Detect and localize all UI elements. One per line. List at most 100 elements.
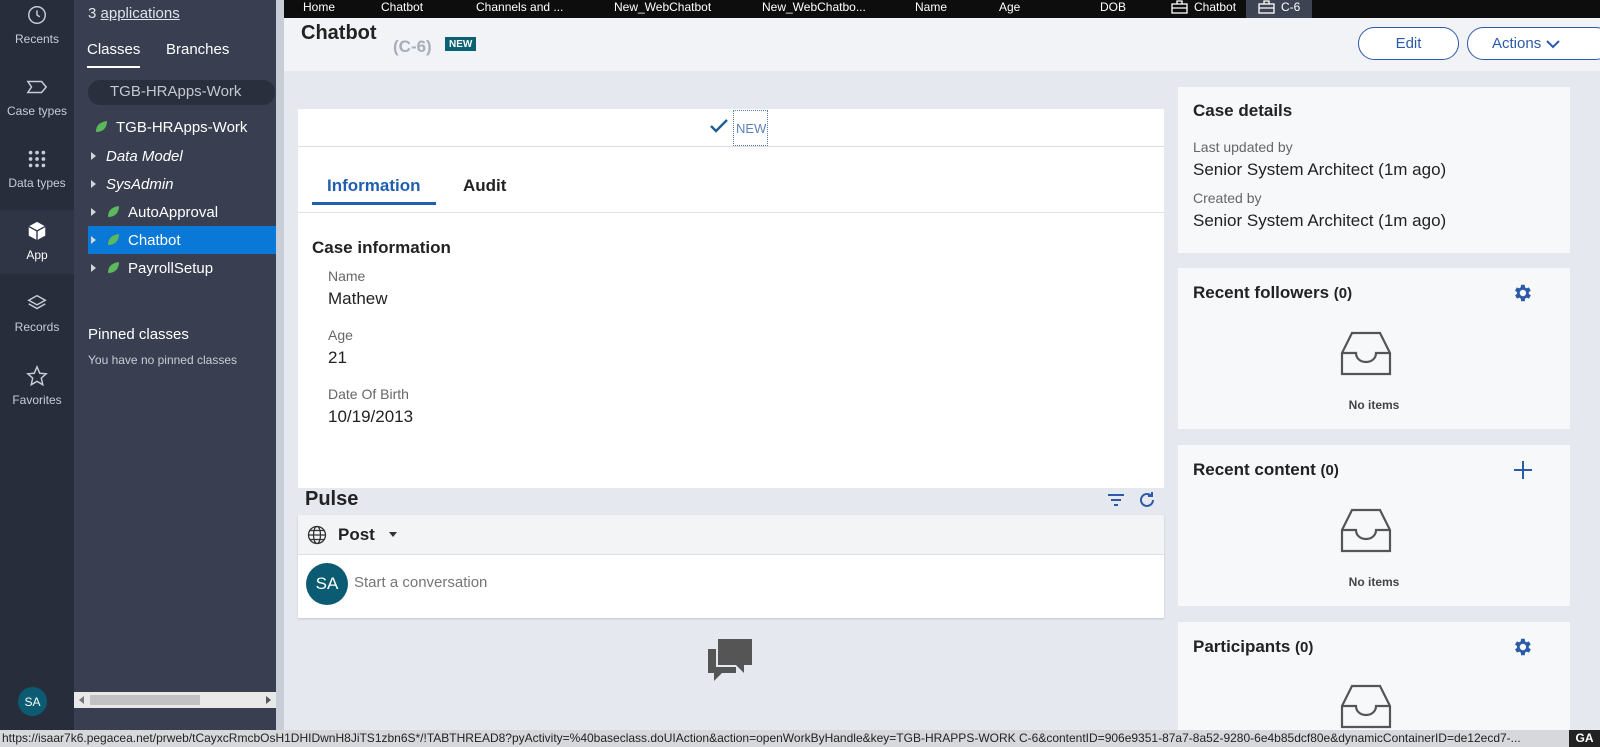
status-indicator: GA xyxy=(1569,730,1600,747)
tab-name[interactable]: Name xyxy=(915,0,947,18)
conversation-input[interactable] xyxy=(354,572,1054,592)
briefcase-icon xyxy=(1171,0,1188,14)
grid-icon xyxy=(28,150,46,168)
avatar: SA xyxy=(306,563,348,605)
tab-channels[interactable]: Channels and ... xyxy=(476,0,563,18)
created-by-value: Senior System Architect (1m ago) xyxy=(1193,211,1447,230)
horizontal-scrollbar[interactable] xyxy=(74,692,276,708)
field-label-name: Name xyxy=(328,268,366,284)
case-info-panel: Information Audit Case information Name … xyxy=(298,147,1164,488)
leaf-icon xyxy=(96,121,107,132)
tree-label: SysAdmin xyxy=(106,175,174,193)
tab-chatbot-case[interactable]: Chatbot xyxy=(1171,0,1236,18)
actions-label: Actions xyxy=(1492,35,1542,52)
rail-app[interactable]: App xyxy=(0,210,74,274)
inbox-icon xyxy=(1340,508,1392,553)
divider xyxy=(298,212,1164,213)
tree-item-chatbot[interactable]: Chatbot xyxy=(88,226,276,254)
tab-dob[interactable]: DOB xyxy=(1100,0,1126,18)
post-label: Post xyxy=(338,525,375,544)
last-updated-label: Last updated by xyxy=(1193,139,1293,155)
expand-arrow-icon[interactable] xyxy=(91,152,96,160)
rail-label: Records xyxy=(14,320,60,334)
expand-arrow-icon[interactable] xyxy=(91,236,96,244)
tab-new-webchatbot[interactable]: New_WebChatbot xyxy=(614,0,711,18)
tree-label: AutoApproval xyxy=(128,203,219,221)
tab-chatbot[interactable]: Chatbot xyxy=(381,0,423,18)
card-title-text: Participants xyxy=(1193,637,1291,656)
pulse-composer: Post SA xyxy=(298,515,1164,618)
star-icon xyxy=(26,365,48,387)
inbox-icon xyxy=(1340,684,1392,729)
tab-new-webchatbo[interactable]: New_WebChatbo... xyxy=(762,0,866,18)
stage-new[interactable]: NEW xyxy=(733,110,768,146)
app-explorer: 3 applications Classes Branches TGB-HRAp… xyxy=(74,0,349,730)
case-title: Chatbot xyxy=(301,22,377,44)
tab-home[interactable]: Home xyxy=(303,0,335,18)
rail-label: Case types xyxy=(6,104,68,118)
scroll-thumb[interactable] xyxy=(90,695,200,705)
class-filter-input[interactable]: TGB-HRApps-Work xyxy=(88,80,275,105)
tab-age[interactable]: Age xyxy=(999,0,1020,18)
app-count: 3 xyxy=(88,5,97,22)
expand-arrow-icon[interactable] xyxy=(91,264,96,272)
actions-button[interactable]: Actions xyxy=(1467,27,1600,60)
tab-c-6[interactable]: C-6 xyxy=(1246,0,1313,18)
app-label[interactable]: applications xyxy=(101,5,180,22)
post-type-selector[interactable]: Post xyxy=(298,515,1164,555)
browser-status-bar: https://isaar7k6.pegacea.net/prweb/tCayx… xyxy=(0,730,1600,747)
created-by-label: Created by xyxy=(1193,190,1262,206)
expand-arrow-icon[interactable] xyxy=(91,180,96,188)
globe-icon xyxy=(307,525,327,545)
card-title: Case details xyxy=(1193,101,1293,120)
gear-icon[interactable] xyxy=(1511,282,1533,304)
chat-bubbles-icon xyxy=(708,639,752,681)
tree-item-sysadmin[interactable]: SysAdmin xyxy=(74,170,276,198)
avatar[interactable]: SA xyxy=(18,687,47,716)
tree-item-payrollsetup[interactable]: PayrollSetup xyxy=(74,254,276,282)
panel-resizer[interactable] xyxy=(276,0,284,730)
case-details-card: Case details Last updated by Senior Syst… xyxy=(1178,87,1570,253)
caret-down-icon[interactable] xyxy=(389,532,397,537)
tree-item-autoapproval[interactable]: AutoApproval xyxy=(74,198,276,226)
card-count: (0) xyxy=(1333,285,1353,302)
field-value-dob: 10/19/2013 xyxy=(328,407,414,426)
cube-icon xyxy=(28,221,46,241)
work-tabs-bar: Home Chatbot Channels and ... New_WebCha… xyxy=(284,0,1600,18)
participants-card: Participants (0) xyxy=(1178,622,1570,730)
pulse-title: Pulse xyxy=(305,488,359,510)
rail-case-types[interactable]: Case types xyxy=(0,76,74,132)
case-header: Chatbot (C-6) NEW Edit Actions xyxy=(284,18,1600,71)
tab-audit[interactable]: Audit xyxy=(448,176,521,202)
refresh-icon[interactable] xyxy=(1137,490,1157,510)
scroll-left-icon[interactable] xyxy=(79,696,84,704)
application-selector[interactable]: 3 applications xyxy=(88,5,180,22)
last-updated-value: Senior System Architect (1m ago) xyxy=(1193,160,1447,179)
field-value-age: 21 xyxy=(328,348,347,367)
gear-icon[interactable] xyxy=(1511,636,1533,658)
stage-indicator: NEW xyxy=(298,109,1164,147)
tab-branches[interactable]: Branches xyxy=(166,41,229,66)
card-title: Recent content (0) xyxy=(1193,460,1339,480)
check-icon xyxy=(710,119,728,133)
filter-icon[interactable] xyxy=(1107,492,1125,508)
rail-label: Favorites xyxy=(12,393,62,407)
tab-classes[interactable]: Classes xyxy=(87,41,141,68)
rail-records[interactable]: Records xyxy=(0,292,74,348)
edit-button[interactable]: Edit xyxy=(1358,27,1459,60)
scroll-right-icon[interactable] xyxy=(266,696,271,704)
tree-item-data-model[interactable]: Data Model xyxy=(74,142,276,170)
plus-icon[interactable] xyxy=(1513,460,1533,480)
layers-icon xyxy=(27,294,47,310)
card-count: (0) xyxy=(1320,462,1339,479)
rail-recents[interactable]: Recents xyxy=(0,4,74,60)
rail-favorites[interactable]: Favorites xyxy=(0,365,74,421)
nav-rail: Recents Case types Data types App Record… xyxy=(0,0,74,730)
tab-information[interactable]: Information xyxy=(312,176,436,205)
no-items-text: No items xyxy=(1348,398,1400,412)
expand-arrow-icon[interactable] xyxy=(91,208,96,216)
tree-label: Chatbot xyxy=(128,231,181,249)
rail-data-types[interactable]: Data types xyxy=(0,148,74,204)
tree-item-tgb-hrapps-work[interactable]: TGB-HRApps-Work xyxy=(74,113,276,141)
tree-label: TGB-HRApps-Work xyxy=(116,118,248,136)
